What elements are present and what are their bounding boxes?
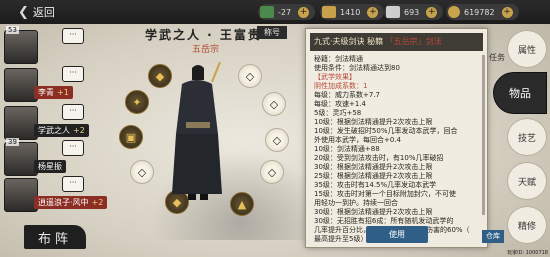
popup-line: 25级：根据剑法精通提升2次攻击上限: [314, 172, 433, 180]
resource-coin[interactable]: 619782 +: [446, 4, 519, 20]
chat-bubble-icon[interactable]: ···: [62, 176, 84, 192]
member-name: 杨星振: [34, 160, 66, 173]
use-button[interactable]: 使用: [366, 226, 428, 243]
rank-button[interactable]: 称号: [257, 26, 287, 39]
equipment-slot-empty[interactable]: ◇: [265, 128, 289, 152]
avatar: [4, 142, 38, 176]
team-member[interactable]: 学武之人 +2 ···: [4, 102, 114, 142]
popup-line: 30级：无招胜有招6成：所有随机发动武学的: [314, 217, 454, 225]
avatar: [4, 106, 38, 140]
player-id: 玩家ID: 1000718: [507, 250, 548, 256]
popup-line: 【武学效果】: [314, 73, 356, 81]
add-resource-button[interactable]: +: [501, 6, 513, 18]
right-tab-bar: 属性 物品 技艺 天赋 精修: [493, 24, 550, 257]
equipment-slot-empty[interactable]: ◇: [238, 64, 262, 88]
back-arrow-icon: ❮: [18, 4, 29, 20]
popup-body: 秘籍：剑法精通 使用条件：剑法精通达到80 【武学效果】 阴性加成系数：1 每级：威力系…: [314, 55, 481, 243]
avatar: [4, 178, 38, 212]
equipment-slot-empty[interactable]: ◇: [262, 92, 286, 116]
team-member[interactable]: 逍遥浪子·风中 +2 ···: [4, 174, 114, 214]
add-resource-button[interactable]: +: [367, 6, 379, 18]
resource-leaf[interactable]: -27 +: [258, 4, 316, 20]
equipment-slot-amulet[interactable]: ✦: [125, 90, 149, 114]
equipment-slot-empty[interactable]: ◇: [260, 160, 284, 184]
add-resource-button[interactable]: +: [426, 6, 438, 18]
popup-line: 外使用本武学，每回合+0.4: [314, 136, 401, 144]
back-label: 返回: [32, 6, 55, 19]
member-level: 53: [6, 26, 19, 34]
stash-button[interactable]: 仓库: [482, 230, 504, 243]
character-title: 学武之人 · 王富贵: [145, 28, 262, 42]
resource-value: 619782: [464, 7, 495, 17]
add-resource-button[interactable]: +: [298, 6, 310, 18]
popup-line: 35级：攻击时有14.5%几率发动本武学: [314, 181, 437, 189]
popup-line: 阴性加成系数：1: [314, 82, 368, 90]
popup-item-type: 秘籍: [367, 37, 384, 46]
popup-line: 10级：剑法精通+88: [314, 145, 380, 153]
equipment-slot-empty[interactable]: ◇: [130, 160, 154, 184]
resource-value: -27: [278, 7, 292, 17]
popup-line: 30级：根据剑法精通提升2次攻击上限: [314, 208, 433, 216]
chat-bubble-icon[interactable]: ···: [62, 66, 84, 82]
scrollbar[interactable]: [482, 55, 485, 215]
popup-line: 30级：根据剑法精通提升2次攻击上限: [314, 163, 433, 171]
tab-talents[interactable]: 天赋: [507, 162, 547, 200]
resource-sycee[interactable]: 693 +: [384, 4, 444, 20]
tab-skills[interactable]: 技艺: [507, 118, 547, 156]
popup-item-name: 九式·夫级剑诀: [314, 37, 365, 46]
coin-icon: [448, 6, 460, 18]
sect-label: 五岳宗: [192, 45, 220, 55]
equipment-slot-manual[interactable]: ▲: [230, 192, 254, 216]
team-member[interactable]: 39 杨星振 ···: [4, 138, 114, 178]
character-figure: [172, 62, 222, 200]
popup-line: 5级：灵巧+58: [314, 109, 362, 117]
resource-value: 693: [404, 7, 420, 17]
member-name: 李青 +1: [34, 86, 73, 99]
leaf-icon: [260, 6, 274, 18]
popup-line: 10级：发生破招时50%几率发动本武学，回合: [314, 127, 458, 135]
member-level: 39: [6, 138, 19, 146]
chat-bubble-icon[interactable]: ···: [62, 140, 84, 156]
gold-ingot-icon: [322, 6, 336, 18]
popup-line: 使用条件：剑法精通达到80: [314, 64, 400, 72]
popup-line: 秘籍：剑法精通: [314, 55, 363, 63]
popup-line: 每级：攻速+1.4: [314, 100, 366, 108]
resource-gold[interactable]: 1410 +: [320, 4, 385, 20]
team-member[interactable]: 53 ···: [4, 26, 114, 66]
mission-tab[interactable]: 任务: [489, 52, 505, 63]
tab-refine[interactable]: 精修: [507, 206, 547, 244]
manual-detail-popup: 九式·夫级剑诀 秘籍 「五岳宗」剑法 秘籍：剑法精通 使用条件：剑法精通达到80 【…: [305, 28, 488, 248]
popup-line: 20级：受到剑法攻击时，有10%几率破招: [314, 154, 444, 162]
back-button[interactable]: ❮ 返回: [18, 4, 55, 20]
popup-line: 每级：威力系数+7.7: [314, 91, 380, 99]
team-list: 53 ··· 李青 +1 ··· 学武之人 +2 ··· 39 杨星振 ··· 逍遥…: [0, 24, 120, 214]
member-name: 逍遥浪子·风中 +2: [34, 196, 108, 209]
popup-line: 15级：攻击时对第一个目标附加封穴，不可使: [314, 190, 456, 198]
team-member[interactable]: 李青 +1 ···: [4, 64, 114, 104]
popup-line: 10级：根据剑法精通提升2次攻击上限: [314, 118, 433, 126]
member-name: 学武之人 +2: [34, 124, 89, 137]
popup-item-tag: 「五岳宗」剑法: [385, 37, 442, 46]
popup-header: 九式·夫级剑诀 秘籍 「五岳宗」剑法: [310, 33, 483, 51]
popup-line: 用轻功一到护。持续一回合: [314, 199, 398, 207]
equipment-slot-armor[interactable]: ▣: [119, 125, 143, 149]
resource-value: 1410: [340, 7, 361, 17]
chat-bubble-icon[interactable]: ···: [62, 104, 84, 120]
avatar: [4, 30, 38, 64]
avatar: [4, 68, 38, 102]
formation-button[interactable]: 布阵: [24, 225, 86, 249]
sycee-icon: [386, 6, 400, 18]
tab-items[interactable]: 物品: [493, 72, 547, 114]
chat-bubble-icon[interactable]: ···: [62, 28, 84, 44]
tab-attributes[interactable]: 属性: [507, 30, 547, 68]
